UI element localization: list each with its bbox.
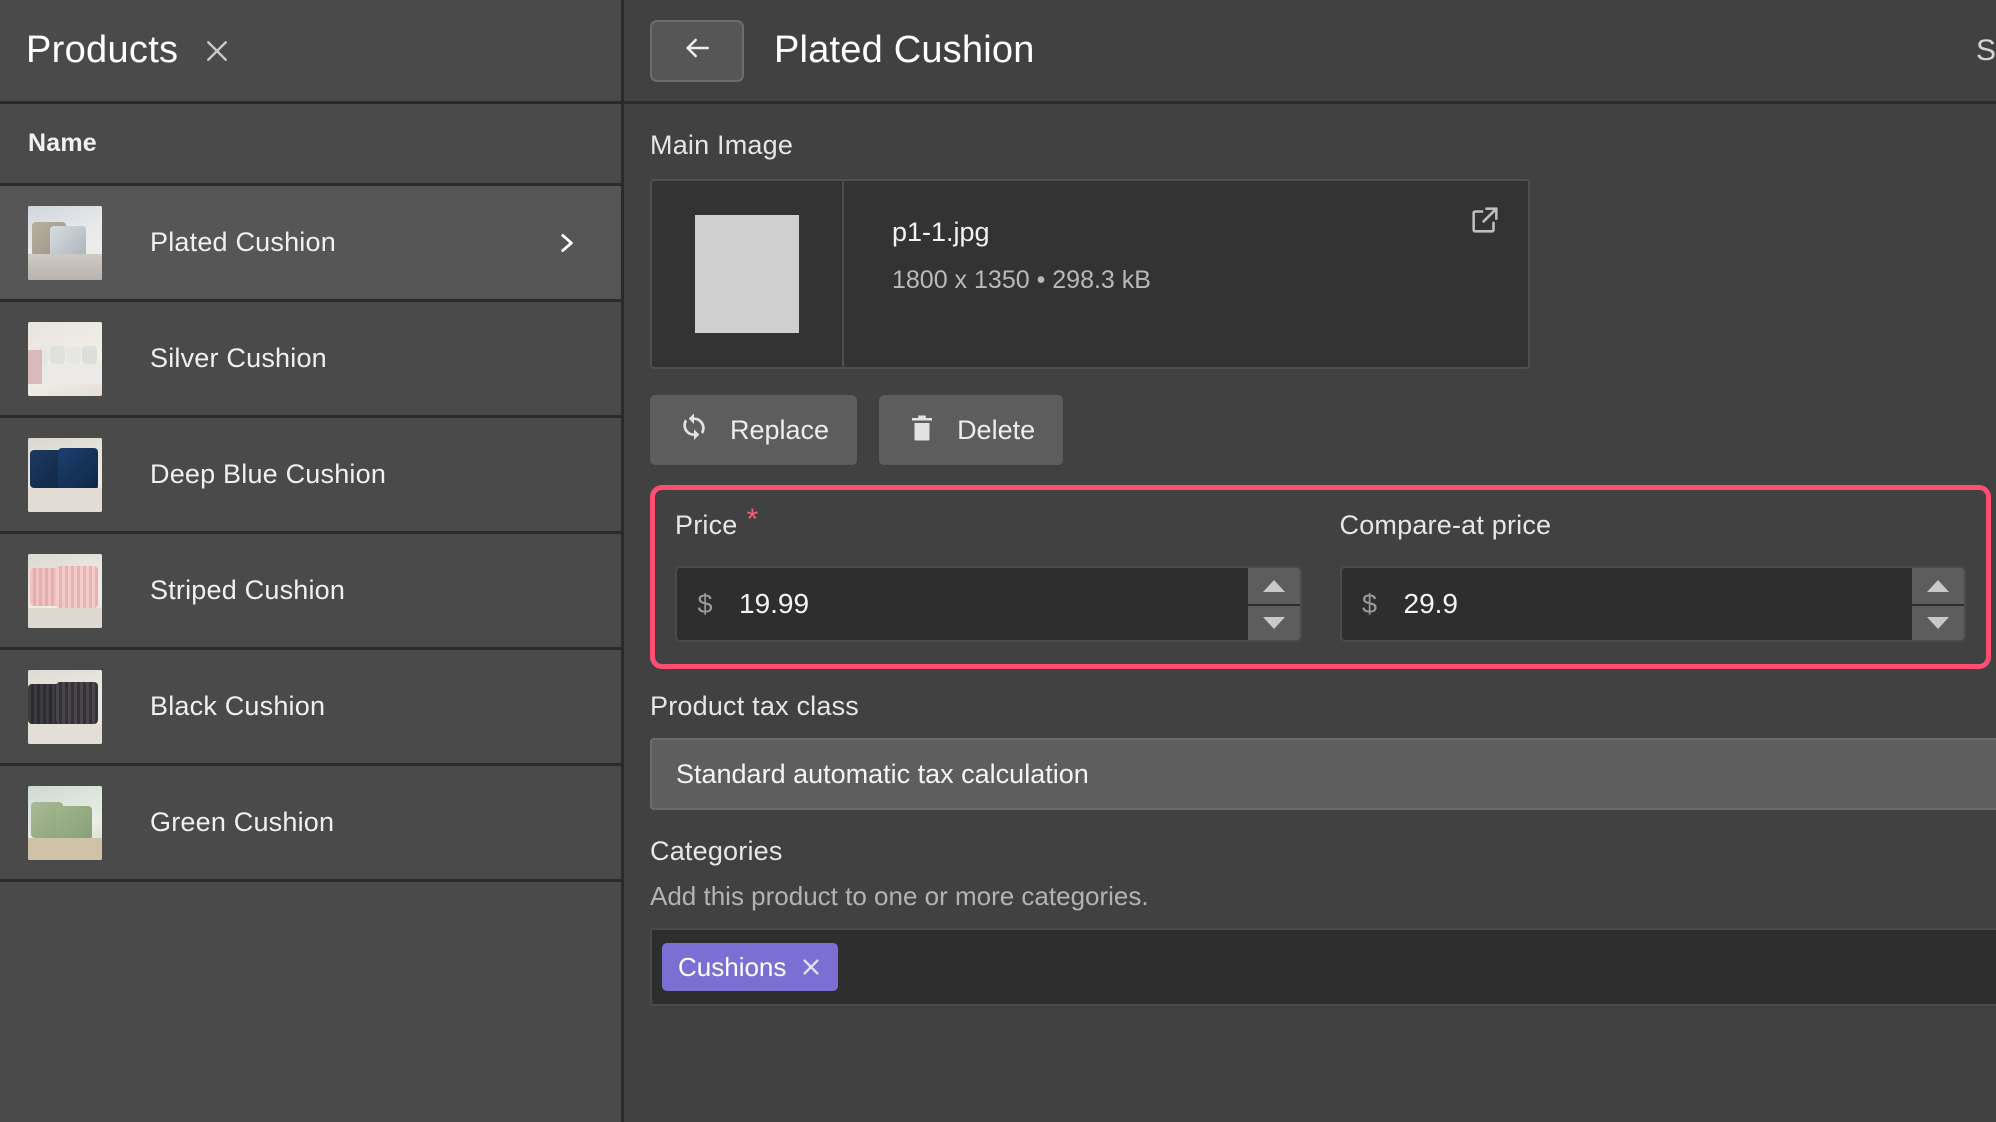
image-meta-cell: p1-1.jpg 1800 x 1350 • 298.3 kB	[844, 181, 1528, 367]
chevron-right-icon	[553, 226, 579, 260]
compare-price-field-group: Compare-at price $ 29.9	[1339, 510, 1967, 642]
caret-up-icon[interactable]	[1247, 568, 1300, 604]
product-list: Plated Cushion Silver Cushion Deep Blue …	[0, 186, 621, 1122]
app-root: Products Name Plated Cushion Silver Cush…	[0, 0, 1996, 1122]
caret-down-icon[interactable]	[1247, 604, 1300, 640]
main-panel: Plated Cushion S Main Image p1-1.jpg 180…	[624, 0, 1996, 1122]
categories-label: Categories	[650, 836, 783, 866]
refresh-icon	[678, 412, 710, 449]
page-title: Products	[26, 29, 179, 71]
save-button-partial[interactable]: S	[1976, 34, 1996, 68]
price-input[interactable]: $ 19.99	[675, 566, 1302, 642]
close-icon[interactable]	[800, 956, 822, 978]
currency-symbol: $	[1361, 588, 1378, 619]
sidebar-header: Products	[0, 0, 621, 104]
replace-button-label: Replace	[730, 414, 830, 445]
external-link-icon[interactable]	[1468, 203, 1502, 237]
price-highlight-group: Price * $ 19.99 Compare-at price $ 29.9	[650, 485, 1991, 669]
tax-class-value: Standard automatic tax calculation	[676, 758, 1089, 789]
list-column-header: Name	[0, 104, 621, 186]
main-image-label: Main Image	[650, 130, 794, 160]
file-meta: 1800 x 1350 • 298.3 kB	[892, 266, 1151, 294]
list-item[interactable]: Silver Cushion	[0, 302, 621, 418]
product-thumbnail	[28, 669, 102, 744]
image-preview-cell	[652, 181, 844, 367]
products-sidebar: Products Name Plated Cushion Silver Cush…	[0, 0, 624, 1122]
list-item-label: Black Cushion	[150, 691, 326, 721]
list-item[interactable]: Green Cushion	[0, 766, 621, 882]
categories-section: Categories Add this product to one or mo…	[650, 836, 1996, 1006]
list-item[interactable]: Plated Cushion	[0, 186, 621, 302]
price-label: Price	[675, 510, 738, 540]
delete-button[interactable]: Delete	[879, 395, 1064, 465]
list-item-label: Plated Cushion	[150, 227, 336, 257]
price-field-group: Price * $ 19.99	[675, 503, 1302, 642]
compare-price-label-row: Compare-at price	[1340, 510, 1967, 550]
compare-price-value[interactable]: 29.9	[1398, 568, 1911, 640]
back-button[interactable]	[650, 19, 744, 82]
close-icon[interactable]	[200, 34, 234, 68]
list-item-label: Deep Blue Cushion	[150, 459, 387, 489]
required-marker: *	[746, 503, 759, 536]
image-actions: Replace Delete	[650, 395, 1996, 465]
list-item-label: Silver Cushion	[150, 343, 327, 373]
compare-price-input[interactable]: $ 29.9	[1339, 566, 1966, 642]
caret-up-icon[interactable]	[1912, 568, 1964, 604]
image-card: p1-1.jpg 1800 x 1350 • 298.3 kB	[650, 179, 1530, 369]
main-image-section: Main Image p1-1.jpg 1800 x 1350 • 298.3 …	[650, 130, 1996, 465]
main-body: Main Image p1-1.jpg 1800 x 1350 • 298.3 …	[624, 104, 1996, 1122]
price-value[interactable]: 19.99	[733, 568, 1246, 640]
product-thumbnail	[28, 437, 102, 512]
column-header-name: Name	[28, 129, 97, 157]
product-thumbnail	[28, 785, 102, 860]
price-label-row: Price *	[675, 503, 1302, 550]
tax-class-label: Product tax class	[650, 691, 859, 721]
detail-title: Plated Cushion	[774, 29, 1035, 71]
category-tag[interactable]: Cushions	[662, 943, 839, 991]
list-item-label: Striped Cushion	[150, 575, 346, 605]
list-item[interactable]: Black Cushion	[0, 650, 621, 766]
caret-down-icon[interactable]	[1912, 604, 1964, 640]
list-item[interactable]: Striped Cushion	[0, 534, 621, 650]
list-item[interactable]: Deep Blue Cushion	[0, 418, 621, 534]
compare-price-label: Compare-at price	[1339, 510, 1552, 540]
trash-icon	[907, 412, 937, 449]
file-name: p1-1.jpg	[892, 217, 990, 247]
delete-button-label: Delete	[957, 414, 1036, 445]
main-header: Plated Cushion S	[624, 0, 1996, 104]
tax-class-section: Product tax class Standard automatic tax…	[650, 691, 1996, 810]
compare-price-stepper	[1910, 568, 1964, 640]
category-tag-label: Cushions	[678, 951, 787, 982]
product-thumbnail	[28, 205, 102, 280]
replace-button[interactable]: Replace	[650, 395, 858, 465]
product-thumbnail	[28, 321, 102, 396]
currency-symbol: $	[697, 588, 713, 619]
price-stepper	[1245, 568, 1300, 640]
list-item-label: Green Cushion	[150, 807, 335, 837]
product-thumbnail	[28, 553, 102, 628]
arrow-left-icon	[678, 32, 716, 69]
tax-class-select[interactable]: Standard automatic tax calculation	[650, 738, 1996, 810]
image-preview	[695, 215, 799, 333]
categories-help-text: Add this product to one or more categori…	[650, 881, 1149, 911]
categories-tag-input[interactable]: Cushions	[650, 928, 1996, 1006]
